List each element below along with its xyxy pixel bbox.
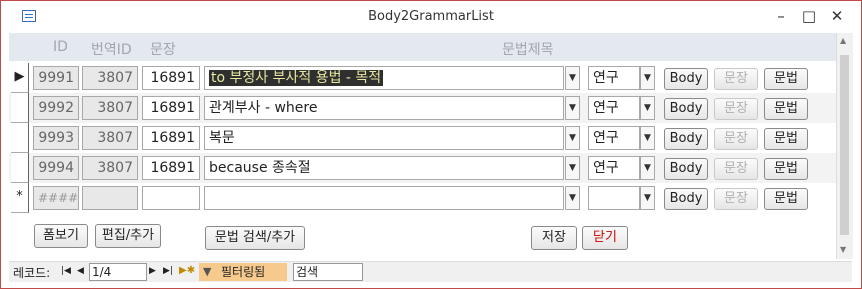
type-dropdown-icon[interactable]: ▼ [640,96,655,120]
column-header: ID 번역ID 문장 문법제목 [9,33,836,61]
title-bar: Body2GrammarList – □ ✕ [1,1,861,33]
grammar-combo[interactable] [204,186,564,210]
type-combo[interactable]: 연구 [588,156,640,180]
sentence-button[interactable]: 문장 [714,68,758,90]
close-window-button[interactable]: ✕ [825,5,849,27]
form-view-button[interactable]: 폼보기 [34,224,88,248]
grammar-dropdown-icon[interactable]: ▼ [565,66,580,90]
row-selector[interactable] [11,93,29,123]
record-label: 레코드: [13,266,51,280]
header-id: ID [53,39,68,55]
table-row[interactable]: ▶ 9991 3807 16891 to 부정사 부사적 용법 - 목적 ▼ 연… [9,63,836,93]
grammar-dropdown-icon[interactable]: ▼ [565,156,580,180]
grammar-search-button[interactable]: 문법 검색/추가 [205,226,305,250]
header-grammar-title: 문법제목 [502,42,554,58]
current-record-field[interactable]: 1/4 [89,263,147,281]
header-sentence: 문장 [150,42,176,58]
scroll-up-icon[interactable]: ▲ [840,36,846,45]
sentence-button[interactable]: 문장 [714,98,758,120]
grammar-button[interactable]: 문법 [764,158,808,180]
grammar-dropdown-icon[interactable]: ▼ [565,96,580,120]
last-record-icon[interactable]: ▶| [163,266,173,276]
table-row[interactable]: 9993 3807 16891 복문 ▼ 연구 ▼ Body 문장 문법 [9,123,836,153]
window-title: Body2GrammarList [368,9,494,24]
id-field[interactable]: 9993 [33,126,79,150]
sentence-button[interactable]: 문장 [714,158,758,180]
first-record-icon[interactable]: |◀ [61,266,71,276]
type-dropdown-icon[interactable]: ▼ [640,66,655,90]
vertical-scrollbar[interactable]: ▲ ▼ [836,33,853,259]
header-translation-id: 번역ID [91,42,132,58]
body-button[interactable]: Body [664,68,708,90]
table-row[interactable]: 9994 3807 16891 because 종속절 ▼ 연구 ▼ Body … [9,153,836,183]
sentence-field[interactable]: 16891 [142,126,200,150]
grammar-combo[interactable]: 복문 [204,126,564,150]
grammar-value: to 부정사 부사적 용법 - 목적 [209,70,384,86]
sentence-field[interactable] [142,186,200,210]
grammar-combo[interactable]: because 종속절 [204,156,564,180]
grammar-button[interactable]: 문법 [764,98,808,120]
sentence-field[interactable]: 16891 [142,96,200,120]
row-selector[interactable] [11,123,29,153]
previous-record-icon[interactable]: ◀ [77,266,84,276]
row-selector-current[interactable]: ▶ [11,63,29,93]
id-field[interactable]: 9992 [33,96,79,120]
id-field[interactable]: 9991 [33,66,79,90]
filter-toggle-button[interactable]: ▼ 필터링됨 [199,263,287,281]
translation-id-field[interactable]: 3807 [82,96,138,120]
funnel-icon: ▼ [203,265,212,278]
filter-label: 필터링됨 [221,265,266,279]
grammar-combo[interactable]: to 부정사 부사적 용법 - 목적 [204,66,564,90]
type-dropdown-icon[interactable]: ▼ [640,156,655,180]
grammar-dropdown-icon[interactable]: ▼ [565,186,580,210]
record-navigation-bar: 레코드: |◀ ◀ 1/4 ▶ ▶| ▶✱ ▼ 필터링됨 검색 [9,261,852,282]
type-dropdown-icon[interactable]: ▼ [640,186,655,210]
translation-id-field[interactable]: 3807 [82,66,138,90]
row-selector[interactable] [11,153,29,183]
sentence-button[interactable]: 문장 [714,128,758,150]
grammar-combo[interactable]: 관계부사 - where [204,96,564,120]
minimize-button[interactable]: – [769,5,793,27]
new-record-selector[interactable]: * [11,183,29,213]
type-combo[interactable] [588,186,640,210]
new-record-row[interactable]: * ##### ▼ ▼ Body 문장 문법 [9,183,836,213]
grammar-button[interactable]: 문법 [764,188,808,210]
body-button[interactable]: Body [664,158,708,180]
new-record-icon[interactable]: ▶✱ [179,265,195,276]
close-button[interactable]: 닫기 [582,226,628,250]
sentence-field[interactable]: 16891 [142,66,200,90]
translation-id-field[interactable]: 3807 [82,156,138,180]
type-dropdown-icon[interactable]: ▼ [640,126,655,150]
save-button[interactable]: 저장 [531,226,577,250]
body-button[interactable]: Body [664,98,708,120]
scroll-down-icon[interactable]: ▼ [840,245,846,254]
type-combo[interactable]: 연구 [588,96,640,120]
type-combo[interactable]: 연구 [588,126,640,150]
sentence-button[interactable]: 문장 [714,188,758,210]
maximize-button[interactable]: □ [797,5,821,27]
grammar-button[interactable]: 문법 [764,68,808,90]
translation-id-field[interactable]: 3807 [82,126,138,150]
body-button[interactable]: Body [664,128,708,150]
datasheet-form: ID 번역ID 문장 문법제목 ▶ 9991 3807 16891 to 부정사… [9,33,836,259]
grammar-button[interactable]: 문법 [764,128,808,150]
edit-add-button[interactable]: 편집/추가 [95,224,161,248]
next-record-icon[interactable]: ▶ [149,266,156,276]
id-field[interactable]: ##### [33,186,79,210]
scroll-thumb[interactable] [840,55,849,235]
type-combo[interactable]: 연구 [588,66,640,90]
search-input[interactable]: 검색 [293,263,363,281]
translation-id-field[interactable] [82,186,138,210]
table-row[interactable]: 9992 3807 16891 관계부사 - where ▼ 연구 ▼ Body… [9,93,836,123]
sentence-field[interactable]: 16891 [142,156,200,180]
window: Body2GrammarList – □ ✕ ID 번역ID 문장 문법제목 ▶… [0,0,862,289]
grammar-dropdown-icon[interactable]: ▼ [565,126,580,150]
id-field[interactable]: 9994 [33,156,79,180]
body-button[interactable]: Body [664,188,708,210]
